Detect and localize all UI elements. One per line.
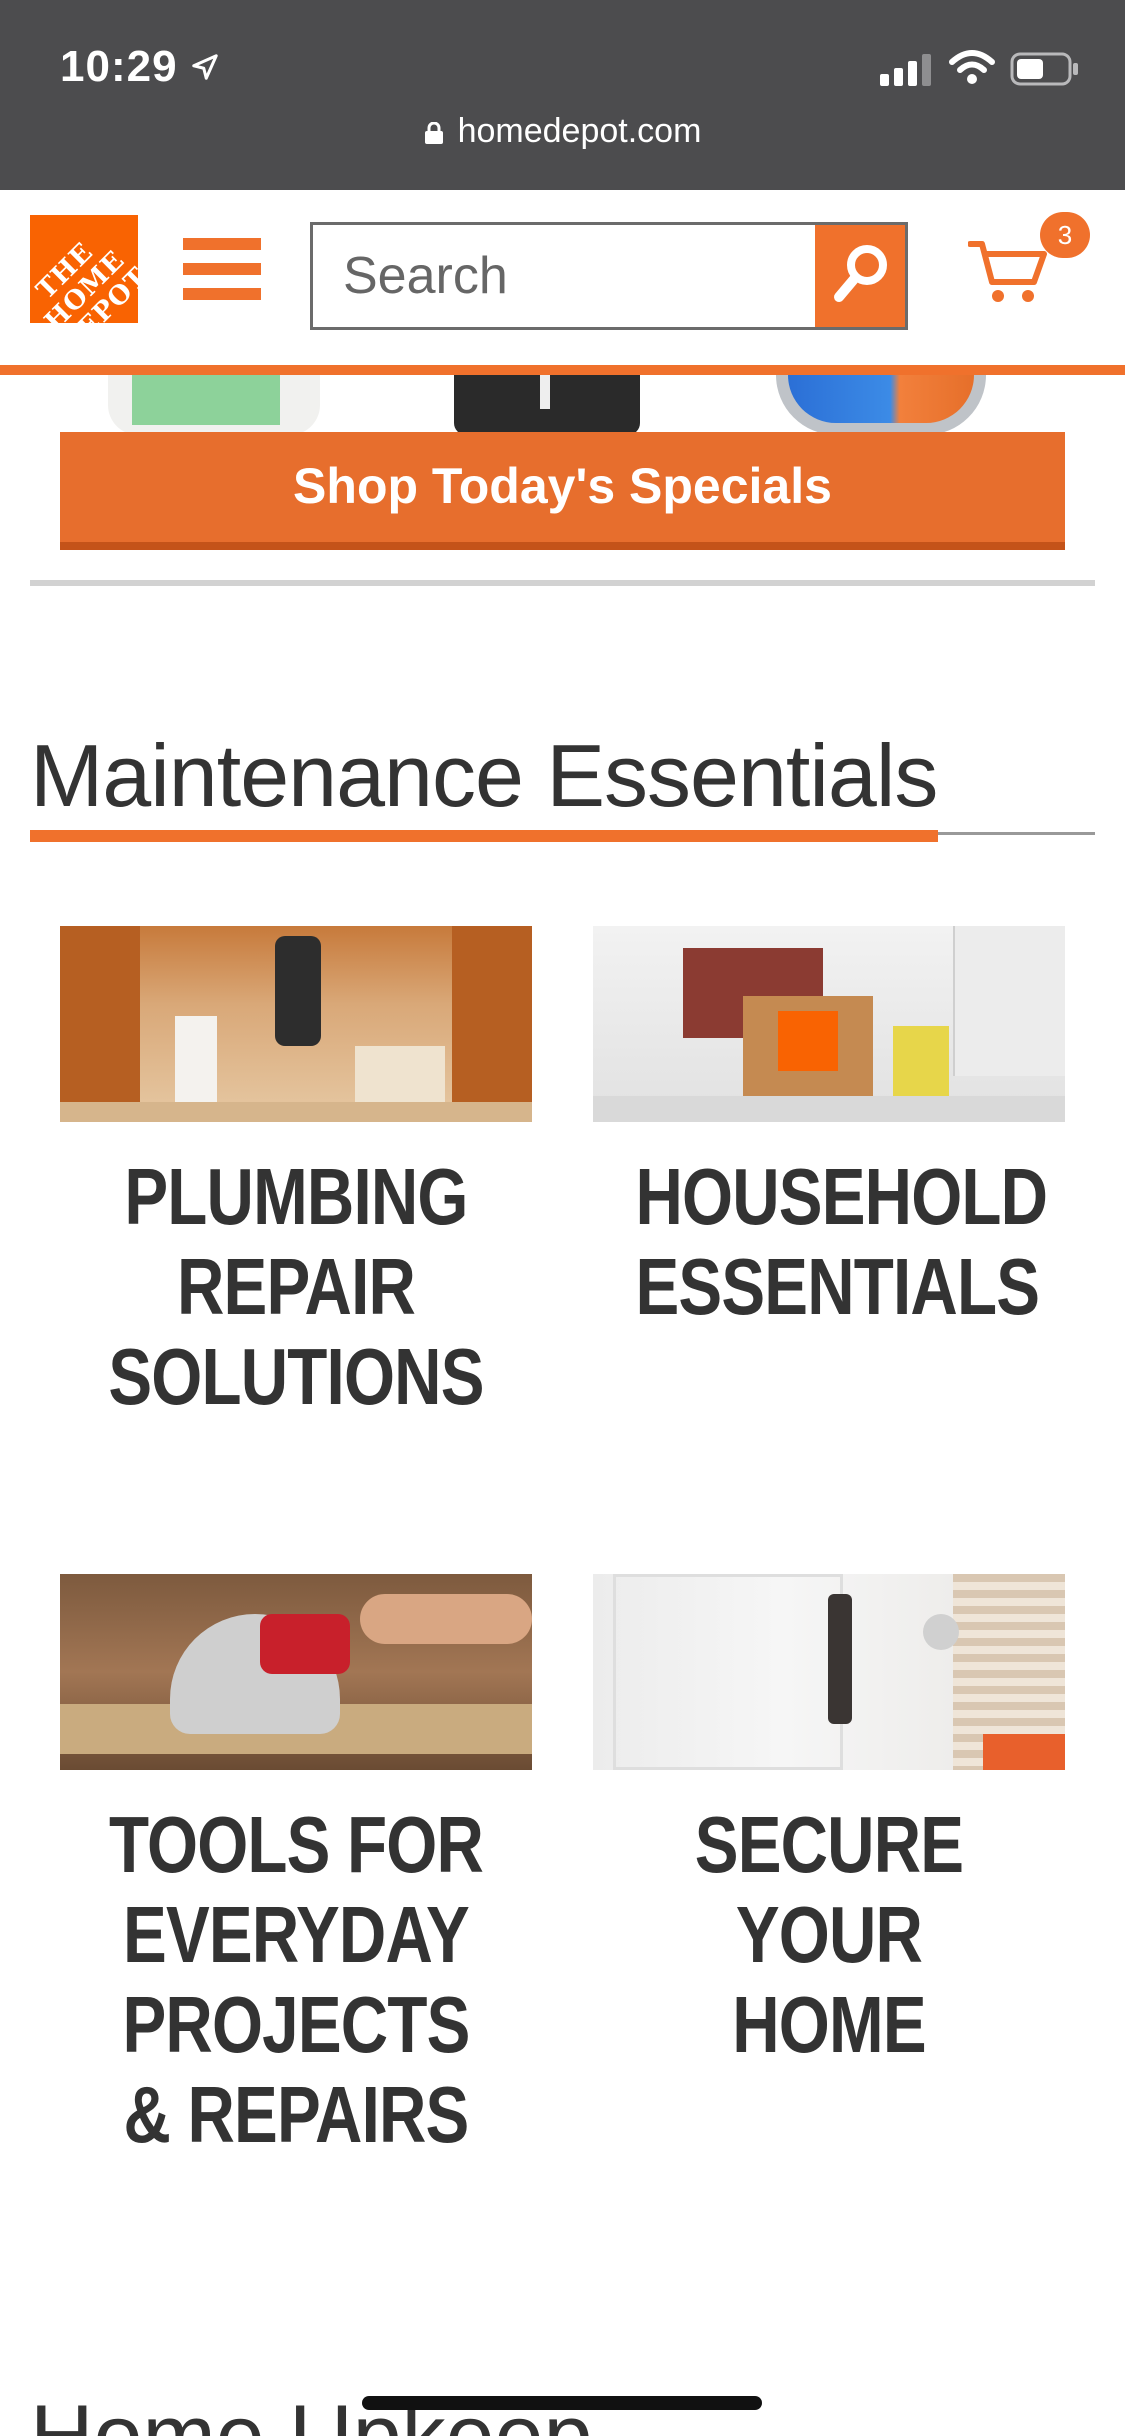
cart-count-badge: 3 xyxy=(1040,212,1090,258)
cellular-signal-icon xyxy=(880,54,931,86)
battery-icon xyxy=(1010,52,1078,86)
category-label: TOOLS FOR EVERYDAY PROJECTS & REPAIRS xyxy=(108,1800,484,2159)
address-bar[interactable]: homedepot.com xyxy=(0,112,1125,172)
nest-thermostat-image xyxy=(776,375,986,435)
status-time: 10:29 xyxy=(60,42,178,91)
category-card-security[interactable]: SECURE YOUR HOME xyxy=(593,1574,1065,2070)
category-card-plumbing[interactable]: PLUMBING REPAIR SOLUTIONS xyxy=(60,926,532,1422)
category-label: PLUMBING REPAIR SOLUTIONS xyxy=(108,1152,484,1421)
lock-icon xyxy=(424,122,443,145)
section-title-accent xyxy=(30,830,938,842)
location-arrow-icon xyxy=(192,54,218,80)
shop-todays-specials-button[interactable]: Shop Today's Specials xyxy=(60,432,1065,550)
search-icon xyxy=(834,245,887,302)
wifi-icon xyxy=(949,50,995,84)
logo-text: THE HOME DEPOT xyxy=(30,237,138,323)
category-card-household[interactable]: HOUSEHOLD ESSENTIALS xyxy=(593,926,1065,1332)
security-image xyxy=(593,1574,1065,1770)
hamburger-bar xyxy=(183,288,261,300)
next-section-title: Home Upkeep xyxy=(30,2386,593,2436)
site-header: THE HOME DEPOT 3 xyxy=(0,190,1125,375)
url-text: homedepot.com xyxy=(457,112,702,150)
tools-image xyxy=(60,1574,532,1770)
menu-button[interactable] xyxy=(183,238,261,300)
search-button[interactable] xyxy=(815,225,905,327)
section-divider xyxy=(30,580,1095,586)
browser-status-bar: 10:29 homedepot.com xyxy=(0,0,1125,190)
cart-icon[interactable] xyxy=(968,236,1050,308)
household-image xyxy=(593,926,1065,1122)
home-depot-logo[interactable]: THE HOME DEPOT xyxy=(30,215,138,323)
category-label: SECURE YOUR HOME xyxy=(694,1800,964,2069)
search-box xyxy=(310,222,908,330)
search-input[interactable] xyxy=(313,225,818,327)
home-indicator[interactable] xyxy=(362,2396,762,2410)
category-card-tools[interactable]: TOOLS FOR EVERYDAY PROJECTS & REPAIRS xyxy=(60,1574,532,2160)
product-image-strip[interactable] xyxy=(0,375,1125,435)
plumbing-image xyxy=(60,926,532,1122)
smart-thermostat-image xyxy=(454,375,640,435)
hamburger-bar xyxy=(183,238,261,250)
thermostat-image xyxy=(108,375,320,435)
section-title: Maintenance Essentials xyxy=(30,726,938,825)
hamburger-bar xyxy=(183,263,261,275)
category-label: HOUSEHOLD ESSENTIALS xyxy=(635,1152,1048,1331)
